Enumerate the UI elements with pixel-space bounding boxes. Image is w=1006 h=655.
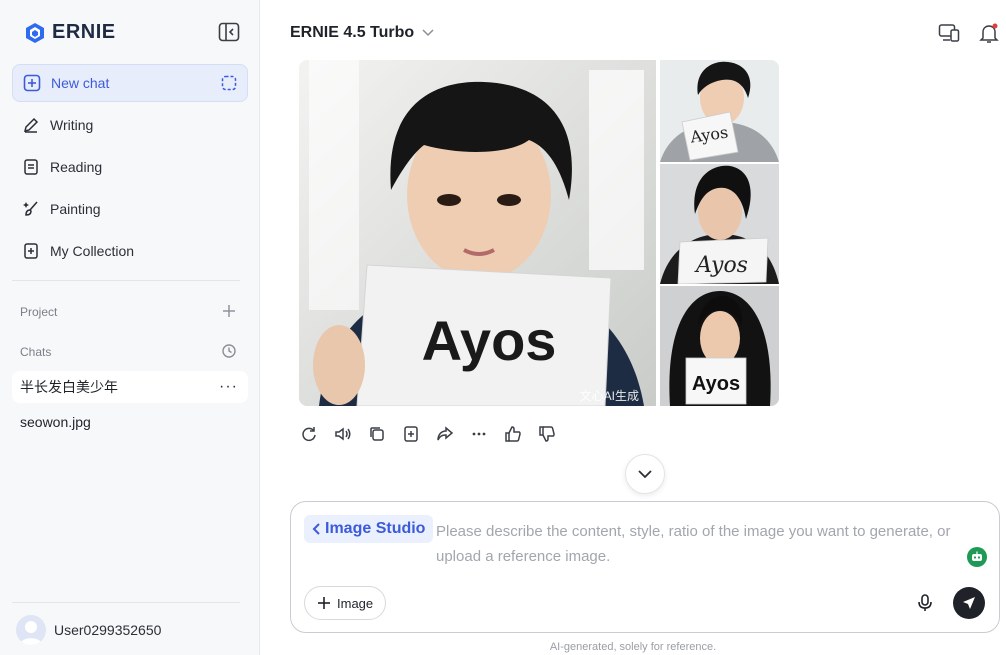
plus-icon — [318, 597, 330, 609]
sidebar-item-label: Reading — [50, 159, 103, 175]
sidebar-item-writing[interactable]: Writing — [12, 106, 248, 144]
sidebar-item-label: Painting — [50, 201, 101, 217]
image-studio-label: Image Studio — [325, 520, 426, 537]
sidebar: ERNIE New chat Writing Reading Painting … — [0, 0, 260, 655]
sidebar-divider — [12, 280, 240, 281]
share-icon[interactable] — [435, 424, 455, 444]
plus-square-icon — [23, 74, 41, 92]
app-name: ERNIE — [52, 21, 116, 43]
message-composer: Image Studio Please describe the content… — [290, 501, 1000, 633]
watermark-text: 文心AI生成 — [580, 388, 639, 403]
send-icon — [963, 597, 975, 609]
more-options-icon[interactable]: ··· — [219, 378, 238, 396]
generated-image-main[interactable]: Ayos 文心AI生成 — [299, 60, 656, 406]
collapse-sidebar-icon[interactable] — [218, 22, 240, 42]
bookmark-icon — [22, 242, 40, 260]
robot-assistant-icon[interactable] — [967, 547, 987, 567]
message-actions — [299, 424, 557, 444]
generated-image-thumb[interactable]: Ayos — [660, 286, 779, 406]
generated-image-gallery: Ayos 文心AI生成 Ayos Ayos Ayos — [299, 60, 779, 406]
sidebar-item-painting[interactable]: Painting — [12, 190, 248, 228]
devices-icon[interactable] — [938, 22, 960, 44]
more-options-icon[interactable] — [469, 424, 489, 444]
add-project-icon[interactable] — [221, 303, 237, 319]
prompt-input[interactable]: Please describe the content, style, rati… — [436, 519, 991, 569]
bookmark-add-icon[interactable] — [401, 424, 421, 444]
send-button[interactable] — [953, 587, 985, 619]
book-icon — [22, 158, 40, 176]
sidebar-item-my-collection[interactable]: My Collection — [12, 232, 248, 270]
generated-image-thumb[interactable]: Ayos — [660, 60, 779, 162]
add-image-button[interactable]: Image — [304, 586, 387, 620]
scroll-to-bottom-button[interactable] — [625, 454, 665, 494]
chevron-down-icon — [422, 29, 434, 37]
thumbs-down-icon[interactable] — [537, 424, 557, 444]
select-region-icon[interactable] — [221, 75, 237, 91]
user-name: User0299352650 — [54, 622, 162, 638]
pen-icon — [22, 116, 40, 134]
sign-text: Ayos — [692, 373, 740, 395]
speaker-icon[interactable] — [333, 424, 353, 444]
avatar — [16, 615, 46, 645]
clock-history-icon[interactable] — [221, 343, 237, 359]
microphone-icon[interactable] — [915, 593, 935, 613]
ai-disclaimer: AI-generated, solely for reference. — [549, 641, 717, 653]
user-profile[interactable]: User0299352650 — [16, 615, 161, 645]
sidebar-item-reading[interactable]: Reading — [12, 148, 248, 186]
image-studio-chip[interactable]: Image Studio — [304, 515, 434, 543]
chat-item[interactable]: 半长发白美少年 ··· — [12, 371, 248, 403]
sign-text: Ayos — [694, 253, 748, 278]
chevron-down-icon — [638, 469, 652, 478]
regenerate-icon[interactable] — [299, 424, 319, 444]
chat-title: seowon.jpg — [20, 414, 91, 430]
chat-item[interactable]: seowon.jpg — [12, 406, 248, 438]
chevron-left-icon — [312, 523, 320, 535]
notification-bell-icon[interactable] — [978, 22, 1000, 44]
add-image-label: Image — [337, 595, 374, 611]
chats-heading: Chats — [20, 345, 52, 359]
chat-title: 半长发白美少年 — [20, 379, 118, 395]
new-chat-button[interactable]: New chat — [12, 64, 248, 102]
app-logo[interactable]: ERNIE — [24, 21, 116, 44]
copy-icon[interactable] — [367, 424, 387, 444]
project-heading: Project — [20, 305, 58, 319]
main-area: ERNIE 4.5 Turbo Ayos 文心AI生成 Ayos Ayos Ay… — [260, 0, 1006, 655]
brush-icon — [22, 200, 40, 218]
new-chat-label: New chat — [51, 75, 110, 91]
sidebar-nav: New chat Writing Reading Painting My Col… — [12, 64, 248, 274]
generated-image-thumb[interactable]: Ayos — [660, 164, 779, 284]
model-name: ERNIE 4.5 Turbo — [290, 24, 415, 41]
model-selector[interactable]: ERNIE 4.5 Turbo — [290, 24, 434, 42]
sidebar-item-label: Writing — [50, 117, 94, 133]
sign-text: Ayos — [422, 309, 557, 372]
ernie-logo-icon — [26, 22, 44, 43]
sidebar-item-label: My Collection — [50, 243, 135, 259]
thumbs-up-icon[interactable] — [503, 424, 523, 444]
sidebar-divider — [12, 602, 240, 603]
